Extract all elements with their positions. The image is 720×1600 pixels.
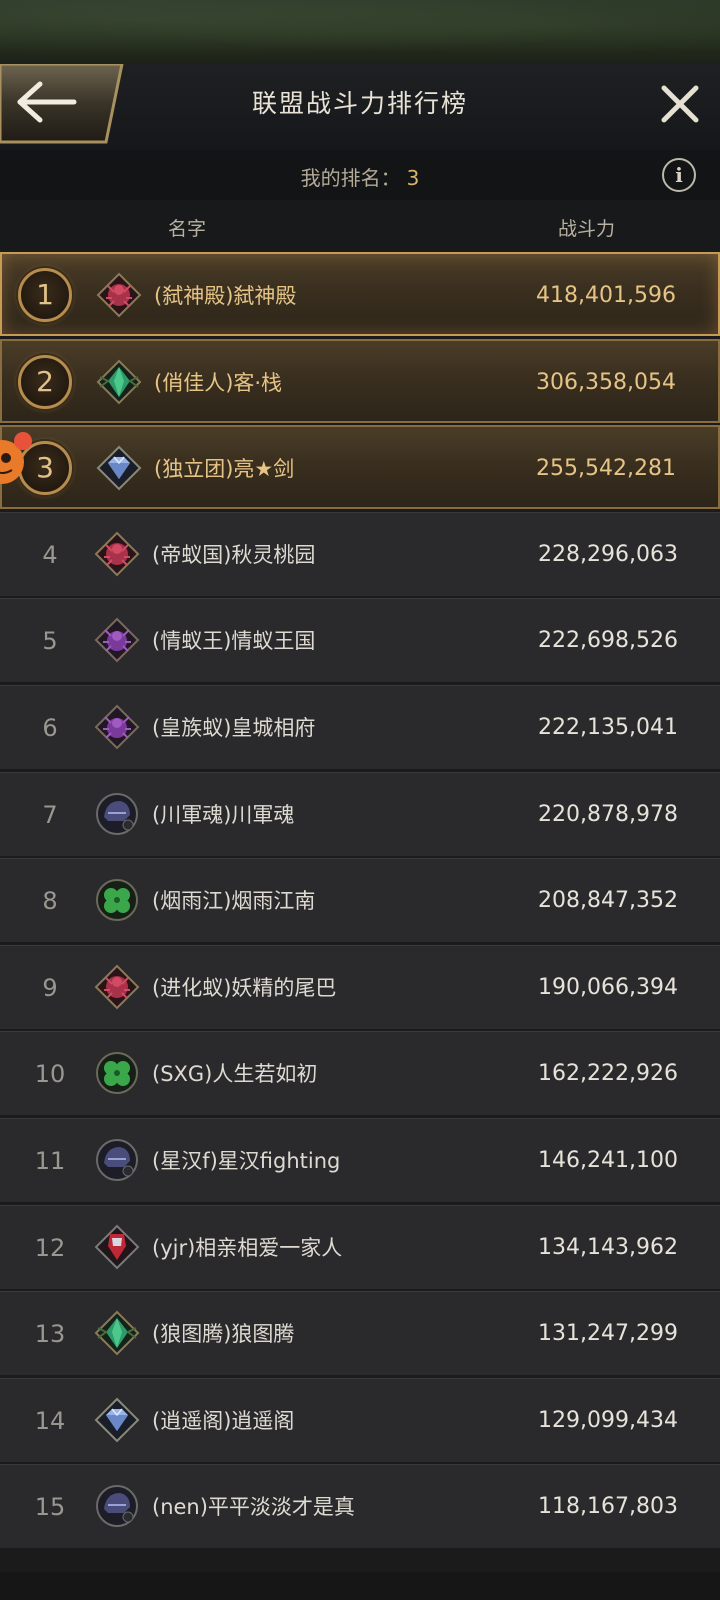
column-header-power: 战斗力 <box>558 218 616 240</box>
combat-power-value: 131,247,299 <box>538 1321 678 1347</box>
my-rank-label: 我的排名： 3 <box>0 162 720 191</box>
rank-number: 4 <box>42 540 58 569</box>
red-knight-emblem-icon <box>94 1224 140 1270</box>
green-crystal-emblem-icon <box>96 359 142 405</box>
rank-number: 10 <box>34 1060 66 1089</box>
ranking-row[interactable]: 5 (情蚁王)情蚁王国 222,698,526 <box>0 598 720 683</box>
rank-number: 7 <box>42 800 58 829</box>
rank-medal: 2 <box>18 354 72 409</box>
rank-number: 9 <box>42 973 58 1002</box>
ranking-row[interactable]: 14 (逍遥阁)逍遥阁 129,099,434 <box>0 1377 720 1462</box>
clover-emblem-icon <box>94 1050 140 1096</box>
green-crystal-emblem-icon <box>94 1310 140 1356</box>
combat-power-value: 129,099,434 <box>538 1407 678 1433</box>
combat-power-value: 190,066,394 <box>538 974 678 1000</box>
combat-power-value: 162,222,926 <box>538 1061 678 1087</box>
ranking-row[interactable]: 7 (川軍魂)川軍魂 220,878,978 <box>0 771 720 856</box>
alliance-name: (川軍魂)川軍魂 <box>152 802 295 827</box>
diamond-emblem-icon <box>94 1397 140 1443</box>
column-headers: 名字 战斗力 <box>0 200 720 250</box>
combat-power-value: 418,401,596 <box>536 283 676 308</box>
ranking-row[interactable]: 4 (帝蚁国)秋灵桃园 228,296,063 <box>0 511 720 596</box>
rank-number: 5 <box>42 627 58 656</box>
bottom-strip <box>0 1572 720 1600</box>
ranking-row[interactable]: 3 (独立团)亮★剑 255,542,281 <box>0 425 720 510</box>
alliance-name: (星汉f)星汉fighting <box>152 1149 341 1173</box>
background-scenery <box>0 0 720 64</box>
combat-power-value: 222,135,041 <box>538 715 678 740</box>
combat-power-value: 134,143,962 <box>538 1234 678 1260</box>
rank-number: 15 <box>34 1493 66 1522</box>
ranking-row[interactable]: 11 (星汉f)星汉fighting 146,241,100 <box>0 1118 720 1202</box>
combat-power-value: 255,542,281 <box>536 456 676 482</box>
ranking-row[interactable]: 13 (狼图腾)狼图腾 131,247,299 <box>0 1291 720 1376</box>
rank-number: 8 <box>42 887 58 916</box>
helmet-emblem-icon <box>94 1483 140 1529</box>
combat-power-value: 222,698,526 <box>538 628 678 654</box>
alliance-name: (逍遥阁)逍遥阁 <box>152 1408 295 1433</box>
alliance-name: (独立团)亮★剑 <box>154 457 295 482</box>
close-icon <box>661 85 699 123</box>
column-header-name: 名字 <box>168 218 207 240</box>
combat-power-value: 228,296,063 <box>538 541 678 567</box>
combat-power-value: 208,847,352 <box>538 888 678 914</box>
spider-red-emblem-icon <box>96 272 142 318</box>
alliance-name: (狼图腾)狼图腾 <box>152 1322 295 1347</box>
rank-medal: 1 <box>18 268 72 322</box>
combat-power-value: 146,241,100 <box>538 1148 678 1173</box>
ranking-row[interactable]: 15 (nen)平平淡淡才是真 118,167,803 <box>0 1464 720 1549</box>
alliance-name: (帝蚁国)秋灵桃园 <box>152 542 316 567</box>
alliance-name: (情蚁王)情蚁王国 <box>152 629 316 654</box>
rank-number: 11 <box>34 1147 66 1175</box>
spider-purple-emblem-icon <box>94 704 140 750</box>
page-title: 联盟战斗力排行榜 <box>251 89 468 118</box>
combat-power-value: 306,358,054 <box>536 369 676 395</box>
spider-purple-emblem-icon <box>94 617 140 663</box>
alliance-name: (nen)平平淡淡才是真 <box>152 1495 355 1520</box>
alliance-name: (烟雨江)烟雨江南 <box>152 889 316 914</box>
rank-number: 14 <box>34 1406 66 1435</box>
alliance-name: (进化蚁)妖精的尾巴 <box>152 975 337 1000</box>
helmet-emblem-icon <box>94 1137 140 1183</box>
my-rank-bar: 我的排名： 3 i <box>0 150 720 200</box>
clover-emblem-icon <box>94 877 140 923</box>
spider-red-emblem-icon <box>94 531 140 577</box>
ranking-row[interactable]: 6 (皇族蚁)皇城相府 222,135,041 <box>0 685 720 769</box>
info-icon[interactable]: i <box>662 158 696 192</box>
ranking-row[interactable]: 12 (yjr)相亲相爱一家人 134,143,962 <box>0 1204 720 1289</box>
combat-power-value: 220,878,978 <box>538 801 678 827</box>
rank-number: 6 <box>42 714 58 742</box>
combat-power-value: 118,167,803 <box>538 1494 678 1520</box>
rank-number: 13 <box>34 1320 66 1349</box>
alliance-name: (弑神殿)弑神殿 <box>154 284 297 308</box>
spider-red-emblem-icon <box>94 964 140 1010</box>
ranking-row[interactable]: 9 (进化蚁)妖精的尾巴 190,066,394 <box>0 944 720 1029</box>
alliance-power-ranking-screen: 联盟战斗力排行榜 我的排名： 3 i 名字 战斗力 1 (弑神殿)弑神殿 418,40… <box>0 0 720 1600</box>
alliance-name: (SXG)人生若如初 <box>152 1062 318 1087</box>
alliance-name: (yjr)相亲相爱一家人 <box>152 1235 343 1260</box>
ranking-row[interactable]: 8 (烟雨江)烟雨江南 208,847,352 <box>0 858 720 943</box>
ranking-row[interactable]: 1 (弑神殿)弑神殿 418,401,596 <box>0 252 720 336</box>
helmet-emblem-icon <box>94 791 140 837</box>
header-bar: 联盟战斗力排行榜 <box>0 64 720 151</box>
my-rank-text: 我的排名： <box>300 166 401 190</box>
alliance-name: (俏佳人)客·栈 <box>154 370 283 395</box>
rank-number: 12 <box>34 1233 66 1262</box>
notification-dot <box>14 432 32 450</box>
alliance-name: (皇族蚁)皇城相府 <box>152 716 316 740</box>
ranking-row[interactable]: 2 (俏佳人)客·栈 306,358,054 <box>0 338 720 423</box>
close-button[interactable] <box>658 82 702 126</box>
diamond-emblem-icon <box>96 445 142 491</box>
my-rank-value: 3 <box>406 166 420 190</box>
ranking-row[interactable]: 10 (SXG)人生若如初 162,222,926 <box>0 1031 720 1116</box>
